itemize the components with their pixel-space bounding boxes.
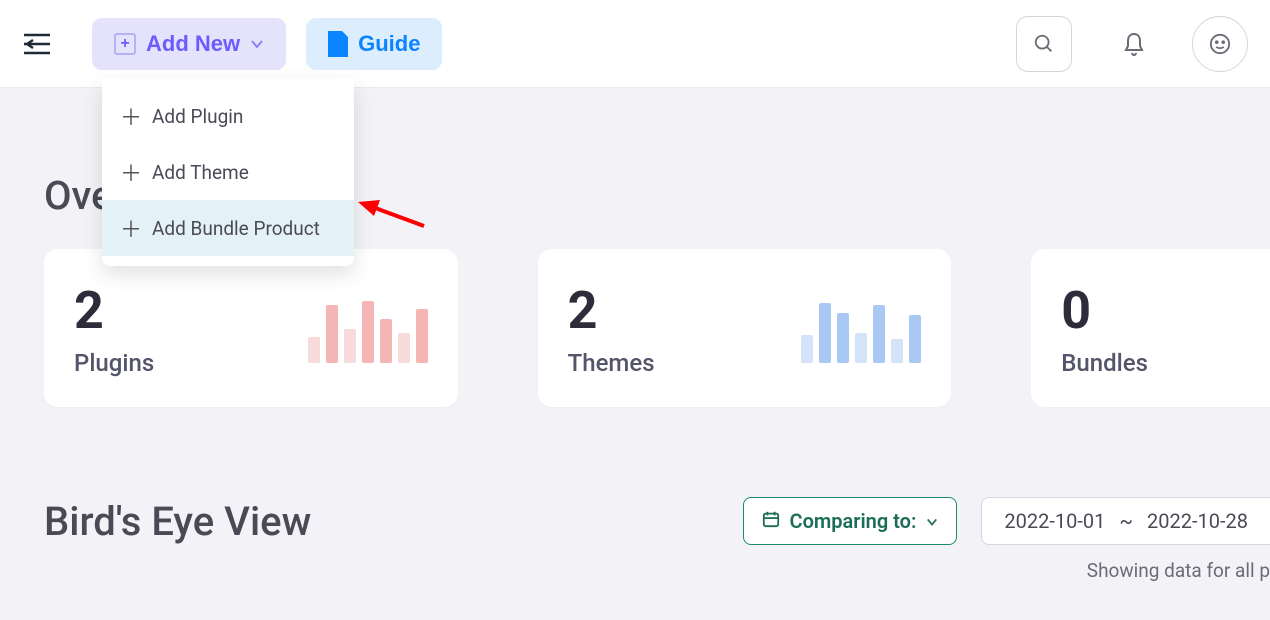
- notifications-button[interactable]: [1106, 16, 1162, 72]
- plus-icon: ＋: [120, 156, 138, 188]
- date-range-picker[interactable]: 2022-10-01 ~ 2022-10-28: [981, 497, 1270, 545]
- dropdown-item-add-bundle[interactable]: ＋ Add Bundle Product: [102, 200, 354, 256]
- dropdown-item-label: Add Theme: [152, 161, 249, 184]
- dropdown-item-label: Add Plugin: [152, 105, 243, 128]
- card-label: Plugins: [74, 349, 154, 377]
- add-new-button[interactable]: + Add New: [92, 18, 286, 70]
- date-from: 2022-10-01: [1004, 509, 1105, 533]
- plus-icon: +: [114, 33, 136, 55]
- add-new-label: Add New: [146, 31, 240, 57]
- date-to: 2022-10-28: [1147, 509, 1248, 533]
- document-icon: [328, 31, 348, 57]
- compare-label: Comparing to:: [790, 509, 917, 533]
- overview-cards: 2 Plugins 2 Themes 0 Bundles: [44, 249, 1270, 407]
- chevron-down-icon: [250, 31, 264, 57]
- birds-eye-row: Bird's Eye View Comparing to: 2022-10-01…: [44, 497, 1270, 545]
- card-label: Bundles: [1061, 349, 1148, 377]
- profile-button[interactable]: [1192, 16, 1248, 72]
- add-new-dropdown: ＋ Add Plugin ＋ Add Theme ＋ Add Bundle Pr…: [102, 78, 354, 266]
- card-plugins[interactable]: 2 Plugins: [44, 249, 458, 407]
- guide-button[interactable]: Guide: [306, 18, 442, 70]
- card-value: 2: [568, 280, 655, 341]
- card-value: 2: [74, 280, 154, 341]
- sparkline-icon: [801, 293, 921, 363]
- card-themes[interactable]: 2 Themes: [538, 249, 952, 407]
- plus-icon: ＋: [120, 100, 138, 132]
- card-label: Themes: [568, 349, 655, 377]
- chevron-down-icon: [926, 509, 938, 533]
- menu-toggle-icon[interactable]: [22, 29, 52, 59]
- dropdown-item-add-theme[interactable]: ＋ Add Theme: [102, 144, 354, 200]
- annotation-arrow-icon: [356, 196, 426, 234]
- sparkline-icon: [308, 293, 428, 363]
- compare-to-button[interactable]: Comparing to:: [743, 497, 958, 545]
- dropdown-item-label: Add Bundle Product: [152, 217, 320, 240]
- plus-icon: ＋: [120, 212, 138, 244]
- birds-eye-heading: Bird's Eye View: [44, 498, 719, 545]
- date-sep: ~: [1119, 509, 1133, 533]
- dropdown-item-add-plugin[interactable]: ＋ Add Plugin: [102, 88, 354, 144]
- calendar-icon: [762, 509, 780, 533]
- search-button[interactable]: [1016, 16, 1072, 72]
- card-bundles[interactable]: 0 Bundles: [1031, 249, 1270, 407]
- guide-label: Guide: [358, 31, 420, 57]
- top-bar: + Add New Guide: [0, 0, 1270, 88]
- data-scope-text: Showing data for all p: [44, 559, 1270, 582]
- card-value: 0: [1061, 280, 1148, 341]
